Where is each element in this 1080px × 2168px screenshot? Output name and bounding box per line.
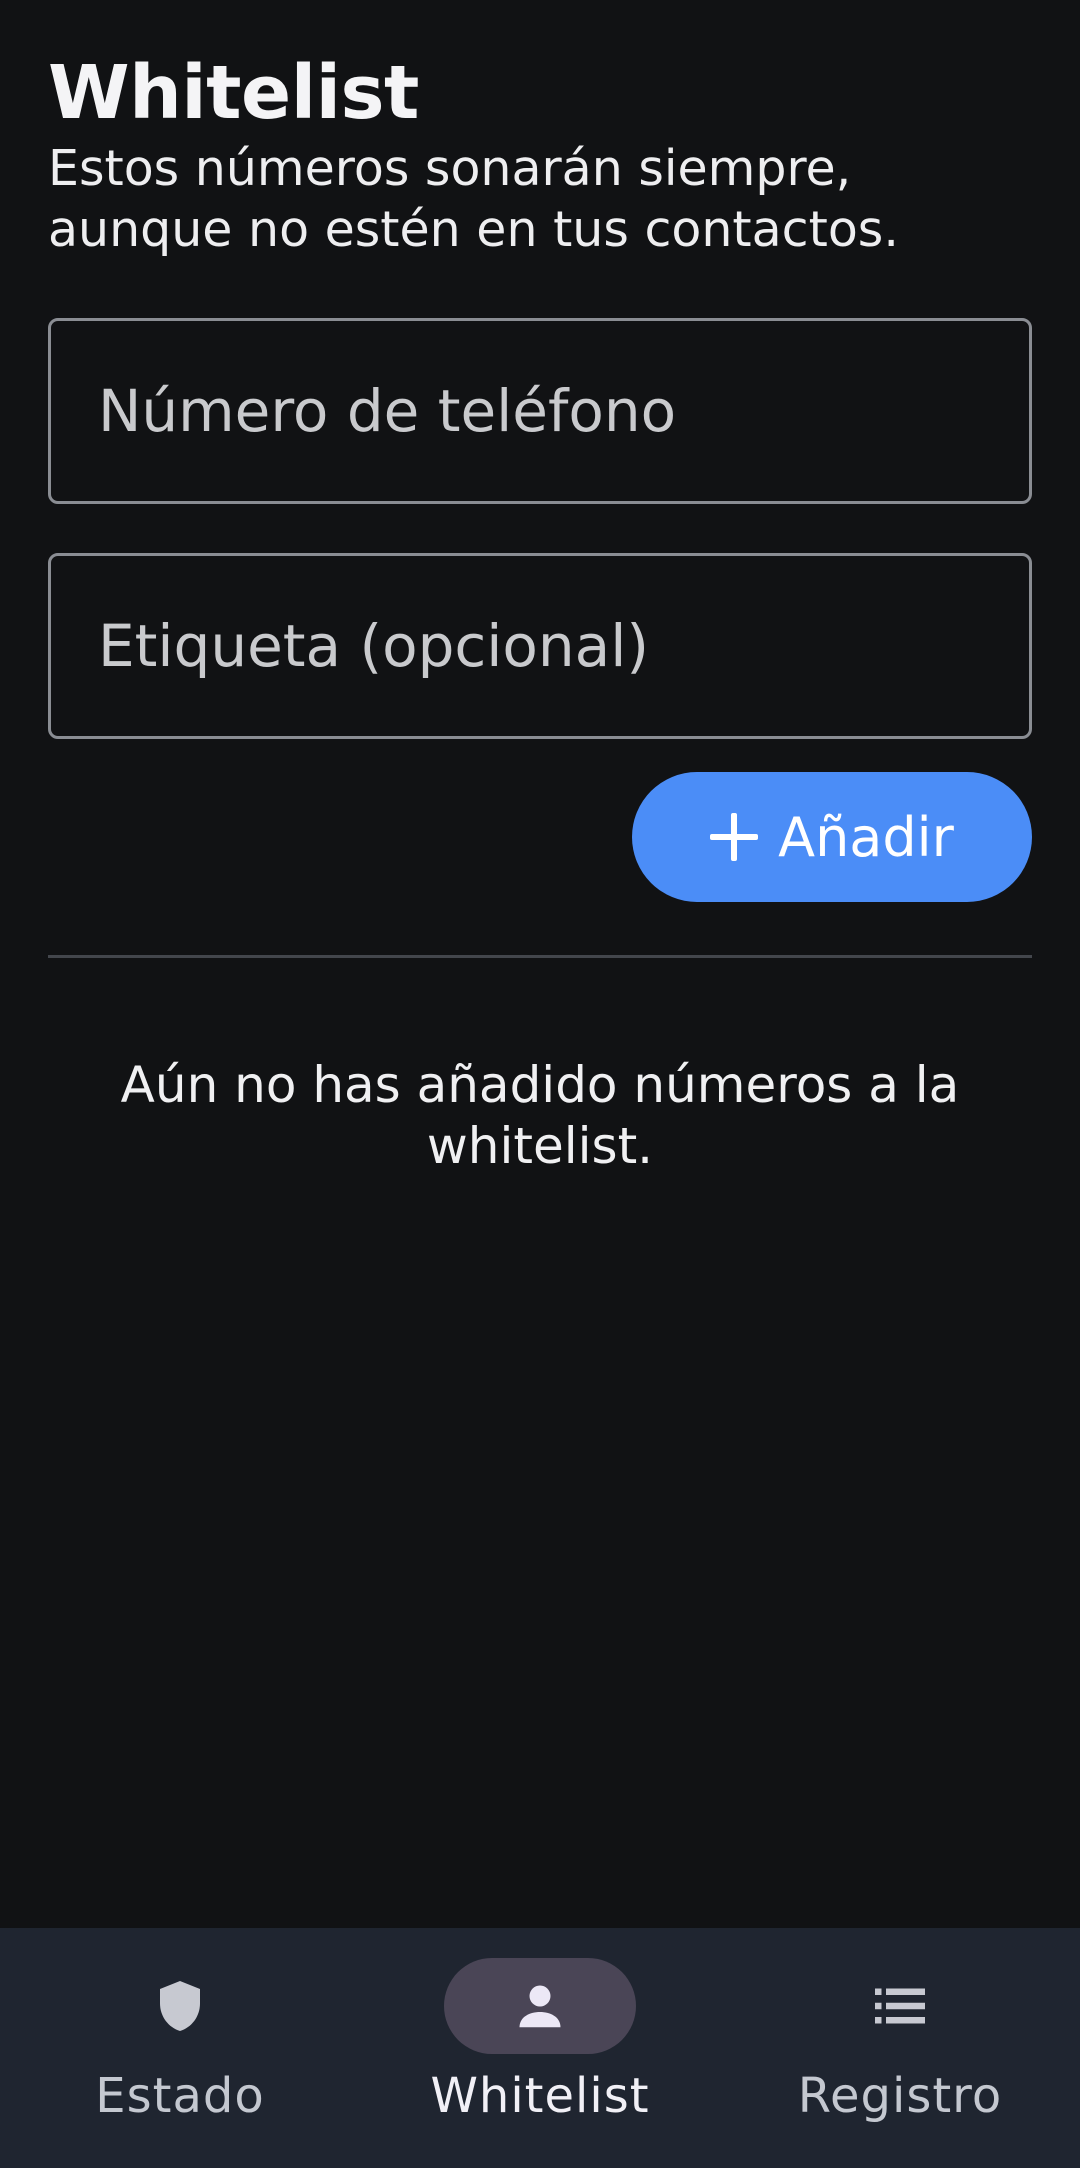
bottom-navigation: Estado Whitelist Registro xyxy=(0,1928,1080,2168)
person-icon xyxy=(519,1985,561,2028)
nav-item-registro[interactable]: Registro xyxy=(720,1928,1080,2168)
list-icon xyxy=(875,1988,925,2024)
plus-icon xyxy=(710,813,759,861)
nav-item-whitelist[interactable]: Whitelist xyxy=(360,1928,720,2168)
label-input[interactable] xyxy=(51,556,1029,736)
page-subtitle: Estos números sonarán siempre, aunque no… xyxy=(48,140,899,258)
empty-state-message: Aún no has añadido números a la whitelis… xyxy=(120,1056,960,1175)
phone-number-input[interactable] xyxy=(51,321,1029,501)
label-field[interactable] xyxy=(48,553,1032,739)
page-title: Whitelist xyxy=(48,50,419,136)
add-button[interactable]: Añadir xyxy=(632,772,1032,902)
phone-number-field[interactable] xyxy=(48,318,1032,504)
nav-item-estado[interactable]: Estado xyxy=(0,1928,360,2168)
add-button-label: Añadir xyxy=(778,805,954,869)
shield-icon xyxy=(160,1981,200,2031)
nav-label-whitelist: Whitelist xyxy=(430,2068,650,2124)
nav-label-registro: Registro xyxy=(797,2068,1003,2124)
nav-label-estado: Estado xyxy=(95,2068,265,2124)
divider xyxy=(48,955,1032,958)
